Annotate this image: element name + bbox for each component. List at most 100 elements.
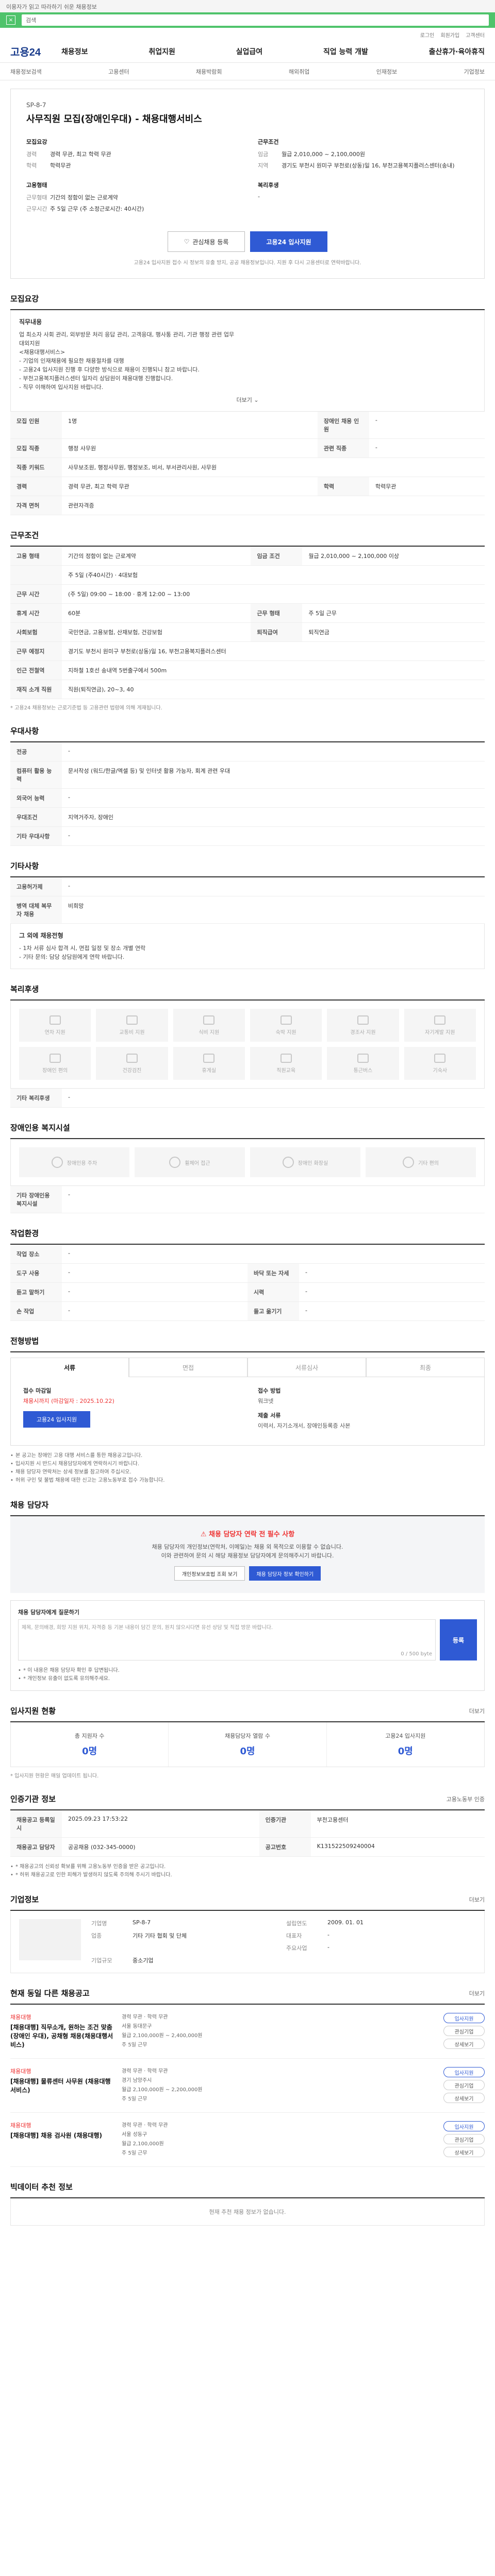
wheelchair-icon bbox=[49, 1053, 61, 1063]
tab-final[interactable]: 최종 bbox=[366, 1358, 485, 1377]
sofa-icon bbox=[203, 1053, 215, 1063]
pref-table: 전공 - 컴퓨터 활용 능력 문서작성 (워드/한글/엑셀 등) 및 인터넷 활용 … bbox=[10, 742, 485, 846]
summary-value: - bbox=[258, 193, 260, 200]
top-notice: 이용자가 읽고 따라하기 쉬운 채용정보 bbox=[0, 0, 495, 12]
company-name[interactable]: SP-8-7 bbox=[26, 101, 469, 109]
wheelchair-icon bbox=[169, 1157, 181, 1168]
logo[interactable]: 고용24 bbox=[10, 44, 41, 59]
job-interest-button[interactable]: 관심기업 bbox=[443, 2026, 485, 2036]
job-apply-button[interactable]: 입사지원 bbox=[443, 2067, 485, 2077]
login-link[interactable]: 로그인 bbox=[420, 31, 435, 39]
apply-button[interactable]: 고용24 입사지원 bbox=[23, 1411, 90, 1428]
summary-heading: 복리후생 bbox=[258, 182, 279, 189]
job-card-title[interactable]: [채용대행] 채용 검사원 (채용대행) bbox=[10, 2131, 113, 2140]
qa-textarea[interactable]: 제목, 문의배경, 희망 지원 위치, 자격증 등 기본 내용이 담긴 문의, … bbox=[18, 1619, 436, 1660]
job-detail-button[interactable]: 상세보기 bbox=[443, 2147, 485, 2157]
welfare-item: 연차 지원 bbox=[19, 1009, 91, 1042]
sub-nav-item[interactable]: 채용박람회 bbox=[196, 67, 222, 76]
etc-section: 기타사항 고용허가제 - 병역 대체 복무자 채용 비희망 그 외에 채용전형 - … bbox=[10, 860, 485, 969]
nav-item[interactable]: 채용정보 bbox=[61, 46, 88, 57]
deadline-label: 접수 마감일 bbox=[23, 1387, 52, 1394]
job-card[interactable]: 채용대행 [채용대행] 채용 검사원 (채용대행) 경력 무관 · 학력 무관 서… bbox=[10, 2113, 485, 2167]
sub-nav-item[interactable]: 해외취업 bbox=[289, 67, 309, 76]
more-link[interactable]: 더보기 bbox=[469, 1989, 485, 1997]
nav-item[interactable]: 직업 능력 개발 bbox=[323, 46, 368, 57]
facility-item: 기타 편의 bbox=[366, 1147, 476, 1177]
job-card-company: 채용대행 bbox=[10, 2068, 31, 2075]
search-input[interactable]: 검색 bbox=[22, 14, 489, 26]
apply-button[interactable]: 고용24 입사지원 bbox=[250, 231, 327, 252]
empty-state: 현재 추천 채용 정보가 없습니다. bbox=[10, 2198, 485, 2226]
job-detail-button[interactable]: 상세보기 bbox=[443, 2039, 485, 2049]
more-button[interactable]: 더보기 ⌄ bbox=[19, 392, 476, 404]
interest-label: 관심채용 등록 bbox=[192, 238, 229, 246]
interest-button[interactable]: ♡ 관심채용 등록 bbox=[168, 231, 245, 252]
section-title: 모집요강 bbox=[10, 293, 485, 310]
counsel-section: 채용 담당자 ⚠ 채용 담당자 연락 전 필수 사항 채용 담당자의 개인정보(… bbox=[10, 1499, 485, 1691]
section-title: 작업환경 bbox=[10, 1228, 485, 1245]
welfare-etc-table: 기타 복리후생 - bbox=[10, 1089, 485, 1108]
qa-note: * 개인정보 유출이 없도록 유의해주세요. bbox=[18, 1675, 477, 1683]
info-table: 채용공고 등록일시 2025.09.23 17:53:22 인증기관 부천고용센터 채… bbox=[10, 1810, 485, 1857]
more-link[interactable]: 더보기 bbox=[469, 1707, 485, 1715]
facility-item: 장애인 화장실 bbox=[250, 1147, 360, 1177]
parking-icon bbox=[51, 1157, 63, 1168]
sub-nav-item[interactable]: 인재정보 bbox=[376, 67, 397, 76]
job-card-title[interactable]: [채용대행] 물류센터 사무원 (채용대행서비스) bbox=[10, 2077, 113, 2095]
more-link[interactable]: 더보기 bbox=[469, 1895, 485, 1904]
welfare-item: 통근버스 bbox=[327, 1047, 399, 1080]
job-card-title[interactable]: [채용대행] 직무소개, 원하는 조건 맞춤(장애인 우대), 공채형 채용(채… bbox=[10, 2023, 113, 2049]
job-interest-button[interactable]: 관심기업 bbox=[443, 2080, 485, 2090]
job-apply-button[interactable]: 입사지원 bbox=[443, 2121, 485, 2131]
tab-doc[interactable]: 서류 bbox=[10, 1358, 129, 1377]
book-icon bbox=[434, 1015, 446, 1025]
summary-value: 학력무관 bbox=[50, 162, 71, 169]
privacy-button[interactable]: 개인정보보호법 조회 보기 bbox=[174, 1566, 245, 1581]
stats-note: * 입사지원 현황은 매일 업데이트 됩니다. bbox=[10, 1773, 99, 1779]
section-title: 복리후생 bbox=[10, 984, 485, 1001]
job-header: SP-8-7 사무직원 모집(장애인우대) - 채용대행서비스 모집요강 경력 경… bbox=[10, 89, 485, 279]
sub-nav-item[interactable]: 채용정보검색 bbox=[10, 67, 42, 76]
education-icon bbox=[280, 1053, 292, 1063]
duty-line: 대외지원 bbox=[19, 340, 40, 347]
nav-item[interactable]: 출산휴가·육아휴직 bbox=[429, 46, 485, 57]
facility-item: 휠체어 접근 bbox=[135, 1147, 245, 1177]
summary-key: 학력 bbox=[26, 162, 37, 169]
welfare-item: 자기계발 지원 bbox=[404, 1009, 476, 1042]
sub-nav-item[interactable]: 고용센터 bbox=[108, 67, 129, 76]
shuttle-icon bbox=[357, 1053, 369, 1063]
tab-screening[interactable]: 서류심사 bbox=[248, 1358, 366, 1377]
signup-link[interactable]: 회원가입 bbox=[440, 31, 459, 39]
job-card[interactable]: 채용대행 [채용대행] 물류센터 사무원 (채용대행서비스) 경력 무관 · 학… bbox=[10, 2059, 485, 2113]
extra-line: - 기타 문의: 담당 상담원에게 연락 바랍니다. bbox=[19, 954, 125, 960]
section-title: 장애인용 복지시설 bbox=[10, 1122, 485, 1139]
summary-heading: 근무조건 bbox=[258, 139, 279, 145]
tab-interview[interactable]: 면접 bbox=[129, 1358, 248, 1377]
nav-item[interactable]: 취업지원 bbox=[148, 46, 175, 57]
qa-send-button[interactable]: 등록 bbox=[440, 1619, 477, 1660]
summary-value: 월급 2,010,000 ~ 2,100,000원 bbox=[282, 151, 366, 158]
sub-nav-item[interactable]: 기업정보 bbox=[464, 67, 485, 76]
ai-section: 빅데이터 추천 정보 현재 추천 채용 정보가 없습니다. bbox=[10, 2181, 485, 2226]
company-logo bbox=[19, 1919, 81, 1960]
contact-button[interactable]: 채용 담당자 정보 확인하기 bbox=[249, 1566, 321, 1581]
job-detail-button[interactable]: 상세보기 bbox=[443, 2093, 485, 2103]
meal-icon bbox=[203, 1015, 215, 1025]
close-icon[interactable]: × bbox=[6, 15, 15, 25]
gift-icon bbox=[357, 1015, 369, 1025]
company-section: 기업정보 더보기 기업명 SP-8-7 설립연도 2009. 01. 01 업종 기타 기… bbox=[10, 1894, 485, 1973]
main-nav: 채용정보 취업지원 실업급여 직업 능력 개발 출산휴가·육아휴직 bbox=[61, 46, 485, 57]
job-interest-button[interactable]: 관심기업 bbox=[443, 2134, 485, 2144]
calendar-icon bbox=[49, 1015, 61, 1025]
env-section: 작업환경 작업 장소 - 도구 사용 - 바닥 또는 자세 - 듣고 말하기 - 시력 - 손… bbox=[10, 1228, 485, 1321]
info-note: * 허위 채용공고로 인한 피해가 발생하지 않도록 주의해 주시기 바랍니다. bbox=[10, 1871, 485, 1879]
job-card[interactable]: 채용대행 [채용대행] 직무소개, 원하는 조건 맞춤(장애인 우대), 공채형… bbox=[10, 2005, 485, 2059]
job-apply-button[interactable]: 입사지원 bbox=[443, 2013, 485, 2023]
job-card-company: 채용대행 bbox=[10, 2014, 31, 2021]
extra-title: 그 외에 채용전형 bbox=[19, 932, 63, 939]
help-link[interactable]: 고객센터 bbox=[466, 31, 485, 39]
note-item: 본 공고는 장애인 고용 대행 서비스를 통한 채용공고입니다. bbox=[10, 1452, 485, 1460]
qa-box: 채용 담당자에게 질문하기 제목, 문의배경, 희망 지원 위치, 자격증 등 … bbox=[10, 1600, 485, 1691]
method-value: 워크넷 bbox=[258, 1398, 274, 1404]
nav-item[interactable]: 실업급여 bbox=[236, 46, 263, 57]
